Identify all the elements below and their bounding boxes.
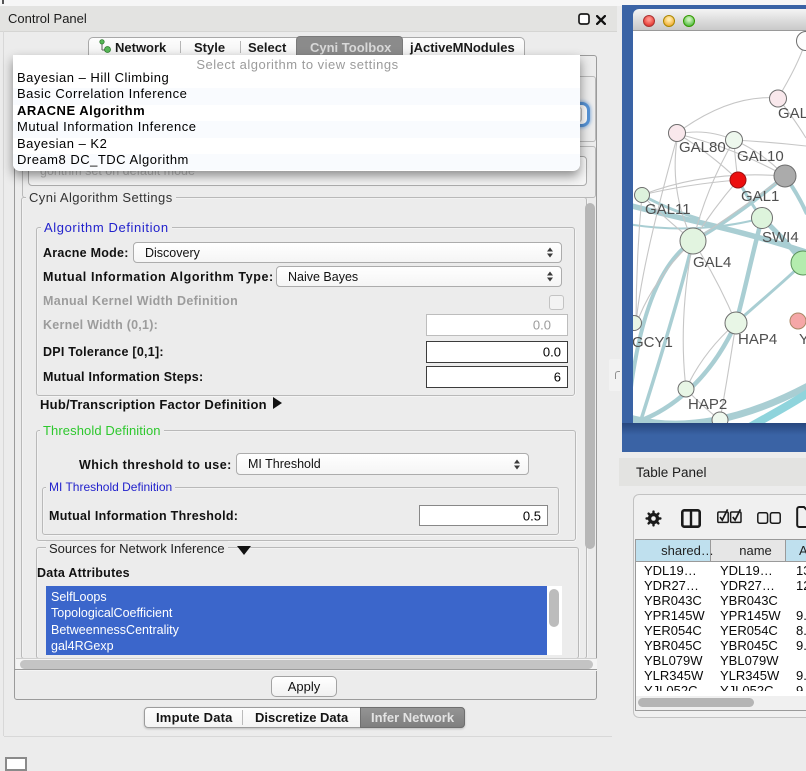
svg-text:GAL7: GAL7: [778, 105, 806, 122]
svg-text:SWI4: SWI4: [762, 229, 799, 246]
svg-text:GCY1: GCY1: [633, 334, 673, 351]
svg-text:GAL11: GAL11: [645, 201, 691, 218]
svg-text:Y: Y: [799, 331, 806, 348]
svg-text:HAP2: HAP2: [688, 396, 727, 413]
svg-text:HAP4: HAP4: [738, 331, 777, 348]
svg-text:GAL4: GAL4: [693, 254, 731, 271]
svg-text:GAL1: GAL1: [741, 188, 779, 205]
svg-text:GAL10: GAL10: [737, 148, 784, 165]
svg-text:GAL80: GAL80: [679, 139, 726, 156]
